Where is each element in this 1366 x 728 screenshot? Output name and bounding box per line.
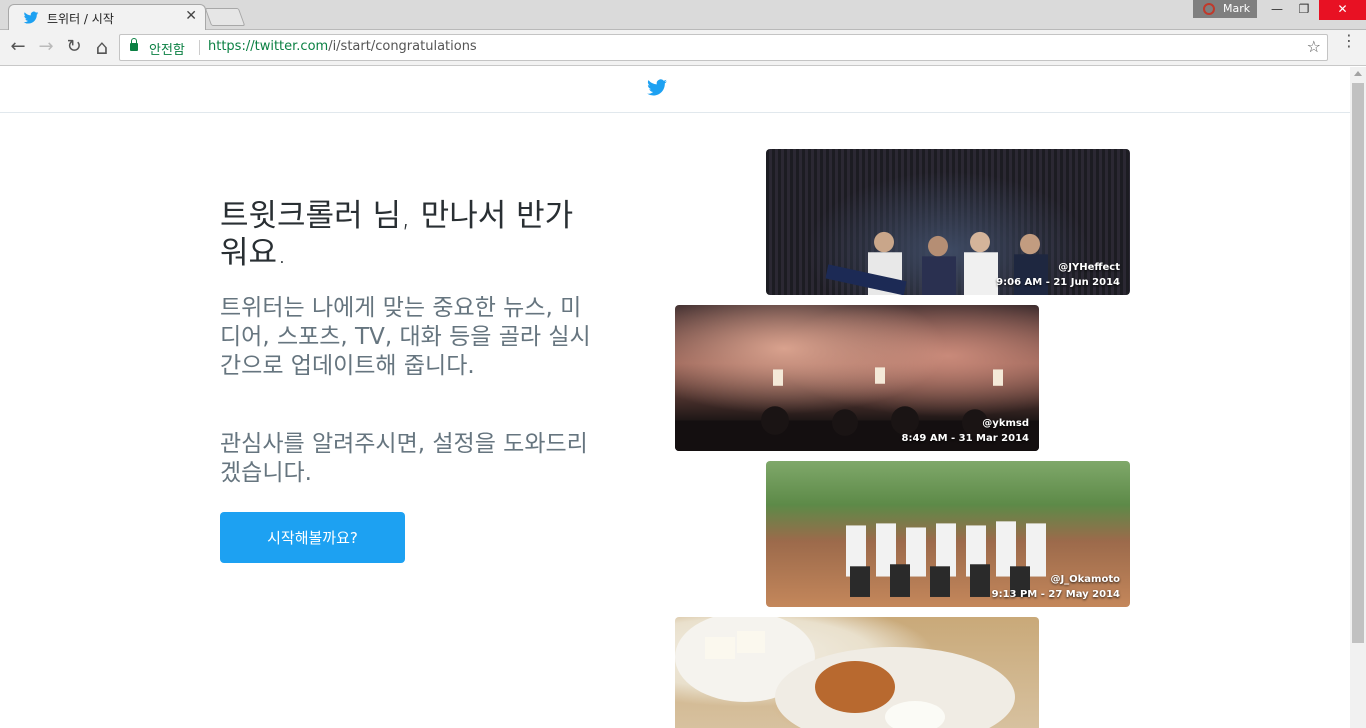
photo-time: 9:06 AM - 21 Jun 2014 <box>996 277 1120 288</box>
browser-menu-icon[interactable]: ⋮ <box>1341 33 1357 49</box>
bookmark-star-icon[interactable]: ☆ <box>1307 37 1321 56</box>
url-separator <box>199 40 200 55</box>
url-path: /i/start/congratulations <box>328 39 477 54</box>
profile-icon <box>1203 3 1215 15</box>
maximize-button[interactable]: ❐ <box>1290 0 1318 20</box>
lock-icon <box>130 38 138 51</box>
photo-user: @ykmsd <box>982 418 1029 429</box>
page-viewport: 트윗크롤러 님, 만나서 반가워요. 트위터는 나에게 맞는 중요한 뉴스, 미… <box>0 67 1350 728</box>
photo-card: @ykmsd 8:49 AM - 31 Mar 2014 <box>675 305 1039 451</box>
minimize-button[interactable]: — <box>1263 0 1291 20</box>
welcome-headline: 트윗크롤러 님, 만나서 반가워요. <box>220 198 574 271</box>
photo-card: @JYHeffect 9:06 AM - 21 Jun 2014 <box>766 149 1130 295</box>
secure-label: 안전함 <box>149 43 185 58</box>
photo-user: @J_Okamoto <box>1050 574 1120 585</box>
home-button[interactable]: ⌂ <box>90 35 114 59</box>
profile-name: Mark <box>1223 2 1251 15</box>
twitter-logo-icon[interactable] <box>646 79 668 97</box>
url-host: https://twitter.com <box>208 39 329 54</box>
profile-button[interactable]: Mark <box>1193 0 1257 18</box>
photo-time: 8:49 AM - 31 Mar 2014 <box>901 433 1030 444</box>
interests-paragraph: 관심사를 알려주시면, 설정을 도와드리겠습니다. <box>220 431 588 486</box>
new-tab-button[interactable] <box>204 8 246 26</box>
vertical-scrollbar[interactable] <box>1350 67 1366 728</box>
reload-button[interactable]: ↻ <box>62 35 86 59</box>
food-photo <box>675 617 1015 728</box>
intro-paragraph: 트위터는 나에게 맞는 중요한 뉴스, 미디어, 스포츠, TV, 대화 등을 … <box>220 295 591 379</box>
photo-time: 9:13 PM - 27 May 2014 <box>991 589 1120 600</box>
title-bar: 트위터 / 시작 ✕ Mark — ❐ ✕ <box>0 0 1366 31</box>
back-button[interactable]: ← <box>6 35 30 59</box>
browser-toolbar: ← → ↻ ⌂ 안전함 https://twitter.com/i/start/… <box>0 30 1366 66</box>
browser-tab[interactable]: 트위터 / 시작 ✕ <box>8 4 206 31</box>
twitter-bird-icon <box>23 11 39 24</box>
scrollbar-thumb[interactable] <box>1352 83 1364 643</box>
photo-card <box>675 617 1039 728</box>
tab-close-icon[interactable]: ✕ <box>185 8 197 24</box>
photo-user: @JYHeffect <box>1058 262 1120 273</box>
url-text: https://twitter.com/i/start/congratulati… <box>208 39 477 54</box>
photo-card: @J_Okamoto 9:13 PM - 27 May 2014 <box>766 461 1130 607</box>
site-header <box>0 67 1350 113</box>
window-close-button[interactable]: ✕ <box>1319 0 1366 20</box>
forward-button[interactable]: → <box>34 35 58 59</box>
address-bar[interactable]: 안전함 https://twitter.com/i/start/congratu… <box>119 34 1328 61</box>
start-button[interactable]: 시작해볼까요? <box>220 512 405 563</box>
scroll-up-icon[interactable] <box>1354 71 1362 76</box>
tab-title: 트위터 / 시작 <box>47 12 114 26</box>
